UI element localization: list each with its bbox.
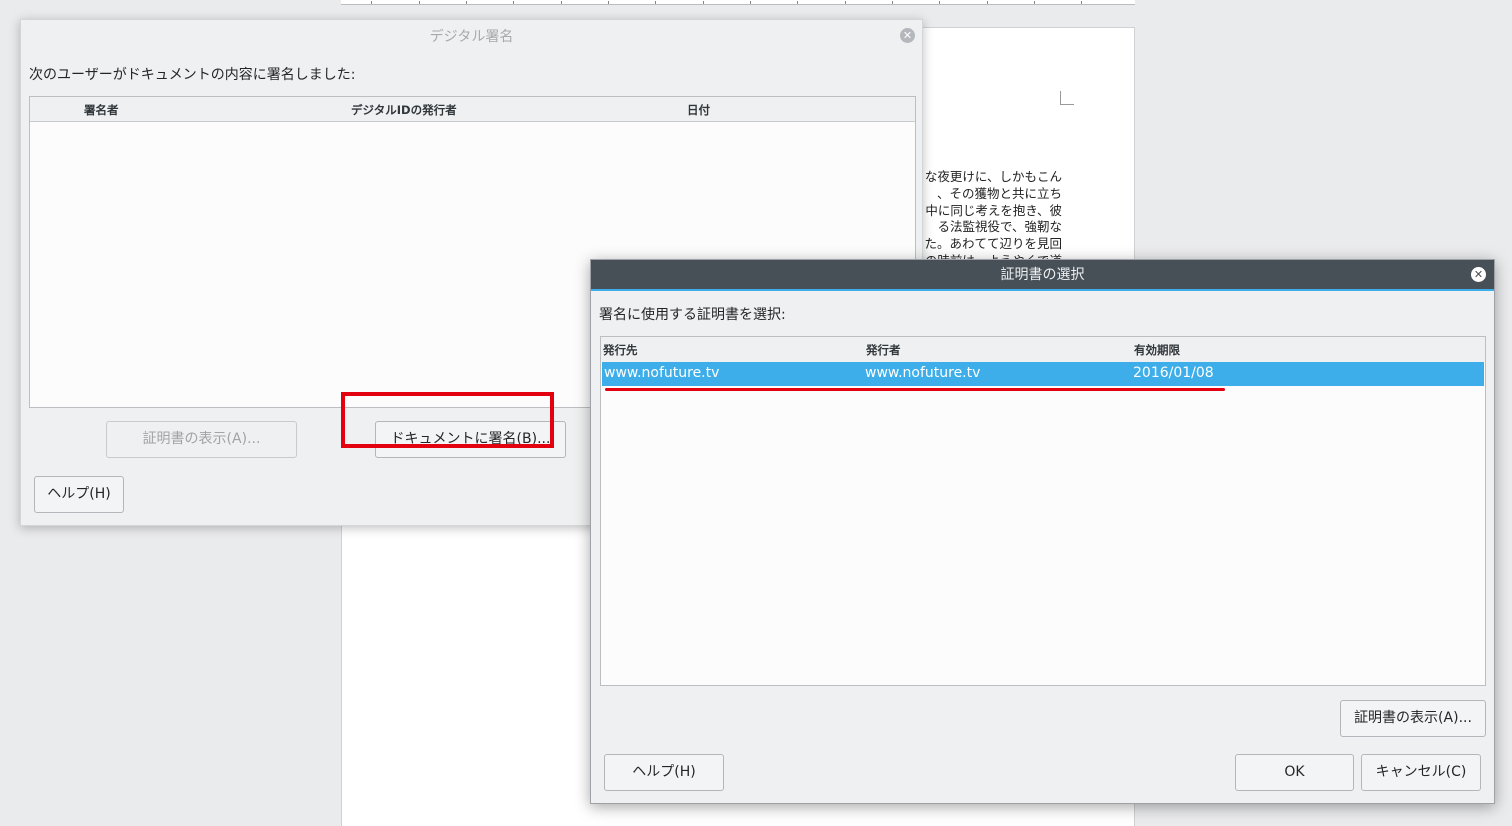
text-line: る法監視役で、強靭な <box>937 219 1062 235</box>
help-button[interactable]: ヘルプ(H) <box>34 476 124 513</box>
text-line: な夜更けに、しかもこん <box>924 169 1062 184</box>
text-line: た。あわてて辺りを見回 <box>924 236 1062 252</box>
sign-button-highlight <box>341 392 554 448</box>
dialog-title: デジタル署名 <box>429 29 514 45</box>
help-button[interactable]: ヘルプ(H) <box>604 754 724 791</box>
close-icon[interactable]: ✕ <box>900 28 915 43</box>
cell-issued-to: www.nofuture.tv <box>604 365 720 381</box>
column-header-issued-to[interactable]: 発行先 <box>603 342 638 358</box>
table-row[interactable]: www.nofuture.tv www.nofuture.tv 2016/01/… <box>602 362 1484 386</box>
text-line: 中に同じ考えを抱き、彼 <box>925 202 1062 218</box>
view-certificate-button[interactable]: 証明書の表示(A)... <box>106 421 297 458</box>
table-header: 署名者 デジタルIDの発行者 日付 <box>30 97 915 122</box>
column-header-expiry[interactable]: 有効期限 <box>1134 342 1180 358</box>
text-line: 、その獲物と共に立ち <box>936 185 1062 201</box>
select-certificate-label: 署名に使用する証明書を選択: <box>599 307 786 323</box>
signatures-label: 次のユーザーがドキュメントの内容に署名しました: <box>29 67 356 83</box>
table-header: 発行先 発行者 有効期限 <box>601 337 1485 362</box>
view-certificate-button[interactable]: 証明書の表示(A)... <box>1340 700 1486 737</box>
dialog-title: 証明書の選択 <box>591 260 1494 291</box>
cell-expiry: 2016/01/08 <box>1133 365 1214 381</box>
cancel-button[interactable]: キャンセル(C) <box>1361 754 1481 791</box>
row-underline-annotation <box>605 388 1225 391</box>
column-header-issuer[interactable]: デジタルIDの発行者 <box>351 102 457 118</box>
select-certificate-dialog: 証明書の選択 ✕ 署名に使用する証明書を選択: 発行先 発行者 有効期限 www… <box>590 259 1495 804</box>
document-body-text[interactable]: な夜更けに、しかもこん 、その獲物と共に立ち 中に同じ考えを抱き、彼 る法監視役… <box>922 169 1062 270</box>
column-header-signer[interactable]: 署名者 <box>84 102 119 118</box>
text-boundary-mark <box>1060 91 1074 105</box>
column-header-date[interactable]: 日付 <box>687 102 710 118</box>
ok-button[interactable]: OK <box>1235 754 1354 791</box>
cell-issuer: www.nofuture.tv <box>865 365 981 381</box>
column-header-issuer[interactable]: 発行者 <box>866 342 901 358</box>
ruler <box>341 0 1135 5</box>
close-icon[interactable]: ✕ <box>1471 267 1486 282</box>
